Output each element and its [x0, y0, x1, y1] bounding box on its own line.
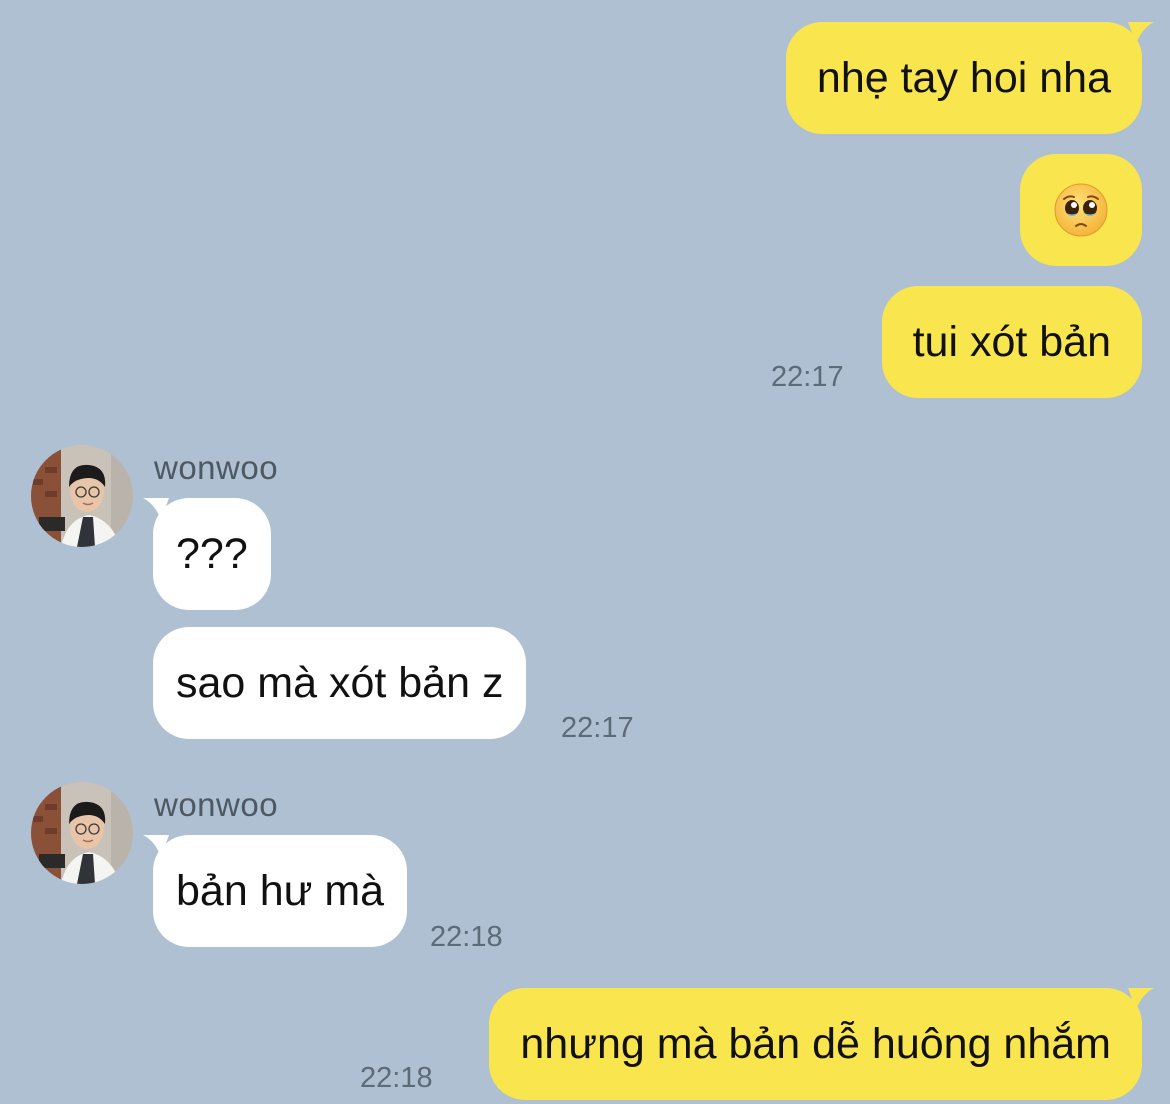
bubble-tail-icon — [143, 498, 169, 520]
message-timestamp: 22:18 — [360, 1062, 433, 1094]
message-text: sao mà xót bản z — [176, 658, 504, 707]
outgoing-message-bubble[interactable]: tui xót bản — [881, 286, 1142, 398]
bubble-tail-icon — [1128, 988, 1154, 1010]
message-timestamp: 22:17 — [771, 361, 844, 393]
bubble-tail-icon — [143, 835, 169, 857]
message-text: bản hư mà — [176, 866, 385, 915]
message-text: nhưng mà bản dễ huông nhắm — [520, 1019, 1111, 1068]
message-timestamp: 22:18 — [430, 921, 503, 953]
avatar-photo — [31, 782, 133, 884]
sender-name: wonwoo — [154, 449, 279, 486]
bubble-tail-icon — [1128, 22, 1154, 44]
avatar-photo — [31, 445, 133, 547]
outgoing-message-bubble[interactable]: nhưng mà bản dễ huông nhắm — [489, 988, 1154, 1100]
pleading-face-icon — [1054, 183, 1108, 237]
message-text: tui xót bản — [912, 317, 1111, 366]
incoming-message-bubble[interactable]: ??? — [143, 498, 271, 610]
outgoing-emoji-bubble[interactable] — [1020, 154, 1142, 266]
message-text: nhẹ tay hoi nha — [816, 53, 1111, 102]
outgoing-message-bubble[interactable]: nhẹ tay hoi nha — [785, 22, 1154, 134]
incoming-message-bubble[interactable]: sao mà xót bản z — [153, 627, 527, 739]
sender-avatar[interactable] — [31, 445, 133, 547]
sender-avatar[interactable] — [31, 782, 133, 884]
message-text: ??? — [176, 529, 248, 578]
incoming-message-bubble[interactable]: bản hư mà — [143, 835, 408, 947]
message-timestamp: 22:17 — [561, 712, 634, 744]
sender-name: wonwoo — [154, 786, 279, 823]
